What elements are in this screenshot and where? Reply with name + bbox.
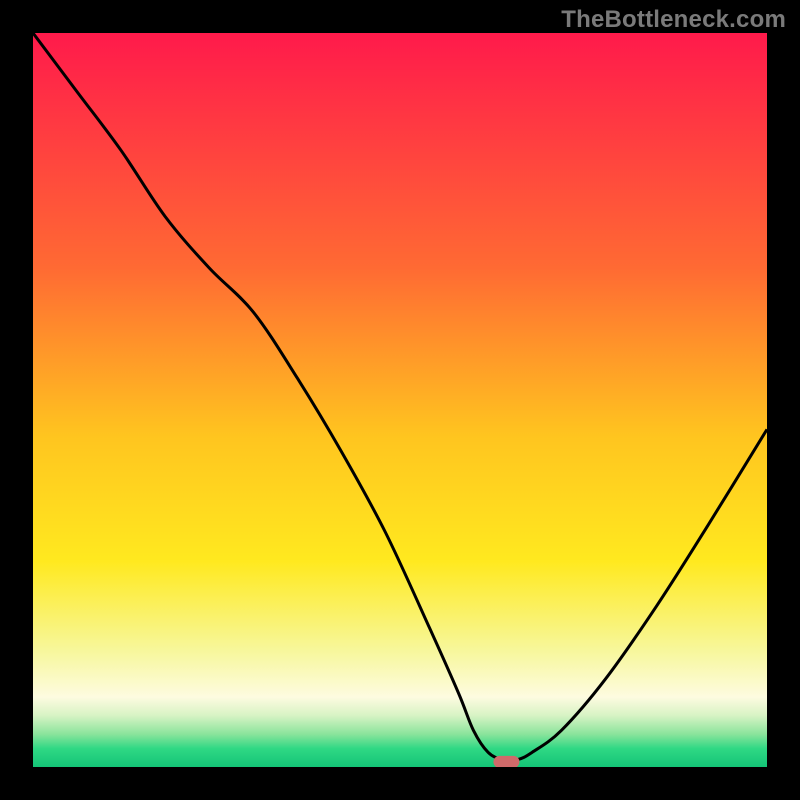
chart-container: TheBottleneck.com <box>0 0 800 800</box>
optimal-marker <box>493 756 519 768</box>
watermark-text: TheBottleneck.com <box>561 6 786 34</box>
bottleneck-chart <box>0 0 800 800</box>
chart-background-gradient <box>33 33 767 767</box>
